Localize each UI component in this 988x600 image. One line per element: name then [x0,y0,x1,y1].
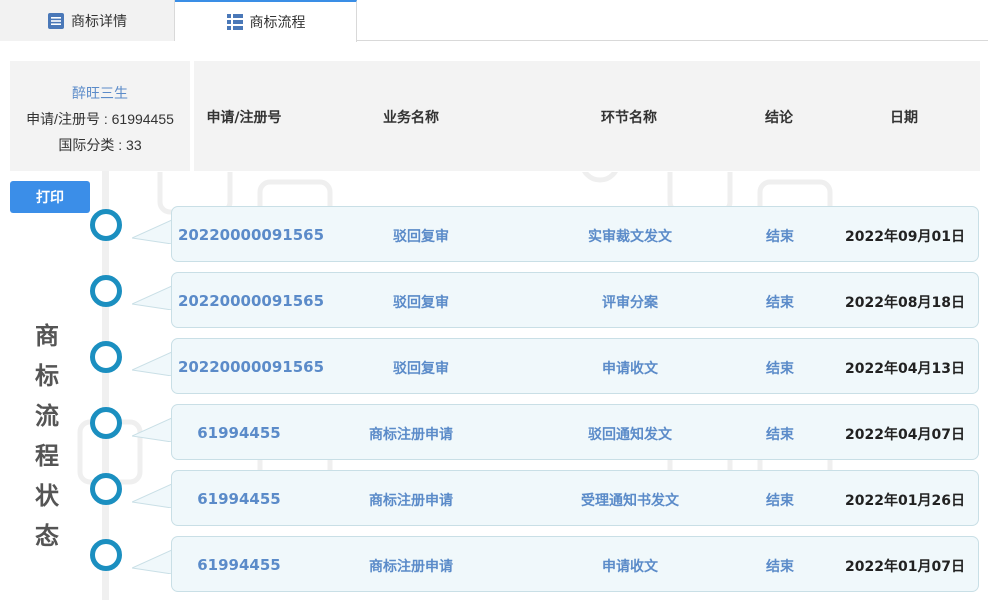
tab-bar: 商标详情 商标流程 [0,0,988,42]
header-reg-no: 申请/注册号 [206,110,282,126]
timeline-row: 20220000091565 驳回复审 申请收文 结束 2022年04月13日 [0,338,988,394]
bubble-pointer [132,417,172,442]
tab-trademark-details[interactable]: 商标详情 [0,0,175,41]
trademark-info-card: 醉旺三生 申请/注册号 : 61994455 国际分类 : 33 [10,61,190,171]
record-reg-no: 61994455 [197,424,281,442]
record-reg-no: 20220000091565 [177,292,325,310]
process-record[interactable]: 20220000091565 驳回复审 申请收文 结束 2022年04月13日 [171,338,979,394]
registration-number: 申请/注册号 : 61994455 [26,111,174,127]
record-business: 商标注册申请 [369,427,453,443]
record-business: 商标注册申请 [369,493,453,509]
header-step: 环节名称 [601,110,657,126]
record-date: 2022年01月07日 [845,559,965,575]
grid-icon [226,13,244,31]
record-step: 实审裁文发文 [588,229,672,245]
timeline-node-icon [90,407,122,439]
record-step: 申请收文 [602,559,658,575]
table-header: 申请/注册号 业务名称 环节名称 结论 日期 [194,61,980,171]
timeline-row: 20220000091565 驳回复审 实审裁文发文 结束 2022年09月01… [0,206,988,262]
record-business: 驳回复审 [393,361,449,377]
record-business: 驳回复审 [393,229,449,245]
record-reg-no: 61994455 [197,556,281,574]
record-conclusion: 结束 [766,361,794,377]
record-conclusion: 结束 [766,427,794,443]
record-conclusion: 结束 [766,295,794,311]
record-date: 2022年01月26日 [845,493,965,509]
record-business: 驳回复审 [393,295,449,311]
timeline-row: 61994455 商标注册申请 申请收文 结束 2022年01月07日 [0,536,988,592]
record-reg-no: 61994455 [197,490,281,508]
record-step: 申请收文 [602,361,658,377]
tab-label: 商标流程 [249,15,306,31]
timeline-node-icon [90,209,122,241]
record-date: 2022年04月13日 [845,361,965,377]
record-date: 2022年08月18日 [845,295,965,311]
process-record[interactable]: 20220000091565 驳回复审 实审裁文发文 结束 2022年09月01… [171,206,979,262]
bubble-pointer [132,483,172,508]
record-date: 2022年09月01日 [845,229,965,245]
process-record[interactable]: 61994455 商标注册申请 驳回通知发文 结束 2022年04月07日 [171,404,979,460]
tab-trademark-process[interactable]: 商标流程 [175,0,357,42]
bubble-pointer [132,351,172,376]
timeline-node-icon [90,539,122,571]
record-business: 商标注册申请 [369,559,453,575]
timeline-row: 61994455 商标注册申请 受理通知书发文 结束 2022年01月26日 [0,470,988,526]
document-list-icon [47,12,65,30]
header-business: 业务名称 [383,110,439,126]
process-record[interactable]: 61994455 商标注册申请 申请收文 结束 2022年01月07日 [171,536,979,592]
bubble-pointer [132,549,172,574]
record-step: 驳回通知发文 [588,427,672,443]
timeline-row: 61994455 商标注册申请 驳回通知发文 结束 2022年04月07日 [0,404,988,460]
record-step: 受理通知书发文 [581,493,679,509]
timeline-node-icon [90,341,122,373]
record-conclusion: 结束 [766,493,794,509]
record-reg-no: 20220000091565 [177,226,325,244]
timeline-node-icon [90,473,122,505]
record-conclusion: 结束 [766,559,794,575]
process-record[interactable]: 20220000091565 驳回复审 评审分案 结束 2022年08月18日 [171,272,979,328]
record-conclusion: 结束 [766,229,794,245]
record-step: 评审分案 [602,295,658,311]
tab-label: 商标详情 [71,13,127,30]
record-reg-no: 20220000091565 [177,358,325,376]
header-conclusion: 结论 [765,110,793,126]
process-record[interactable]: 61994455 商标注册申请 受理通知书发文 结束 2022年01月26日 [171,470,979,526]
trademark-name: 醉旺三生 [72,85,128,101]
international-class: 国际分类 : 33 [58,137,142,153]
timeline-row: 20220000091565 驳回复审 评审分案 结束 2022年08月18日 [0,272,988,328]
header-date: 日期 [890,110,918,126]
timeline-node-icon [90,275,122,307]
record-date: 2022年04月07日 [845,427,965,443]
bubble-pointer [132,219,172,244]
bubble-pointer [132,285,172,310]
